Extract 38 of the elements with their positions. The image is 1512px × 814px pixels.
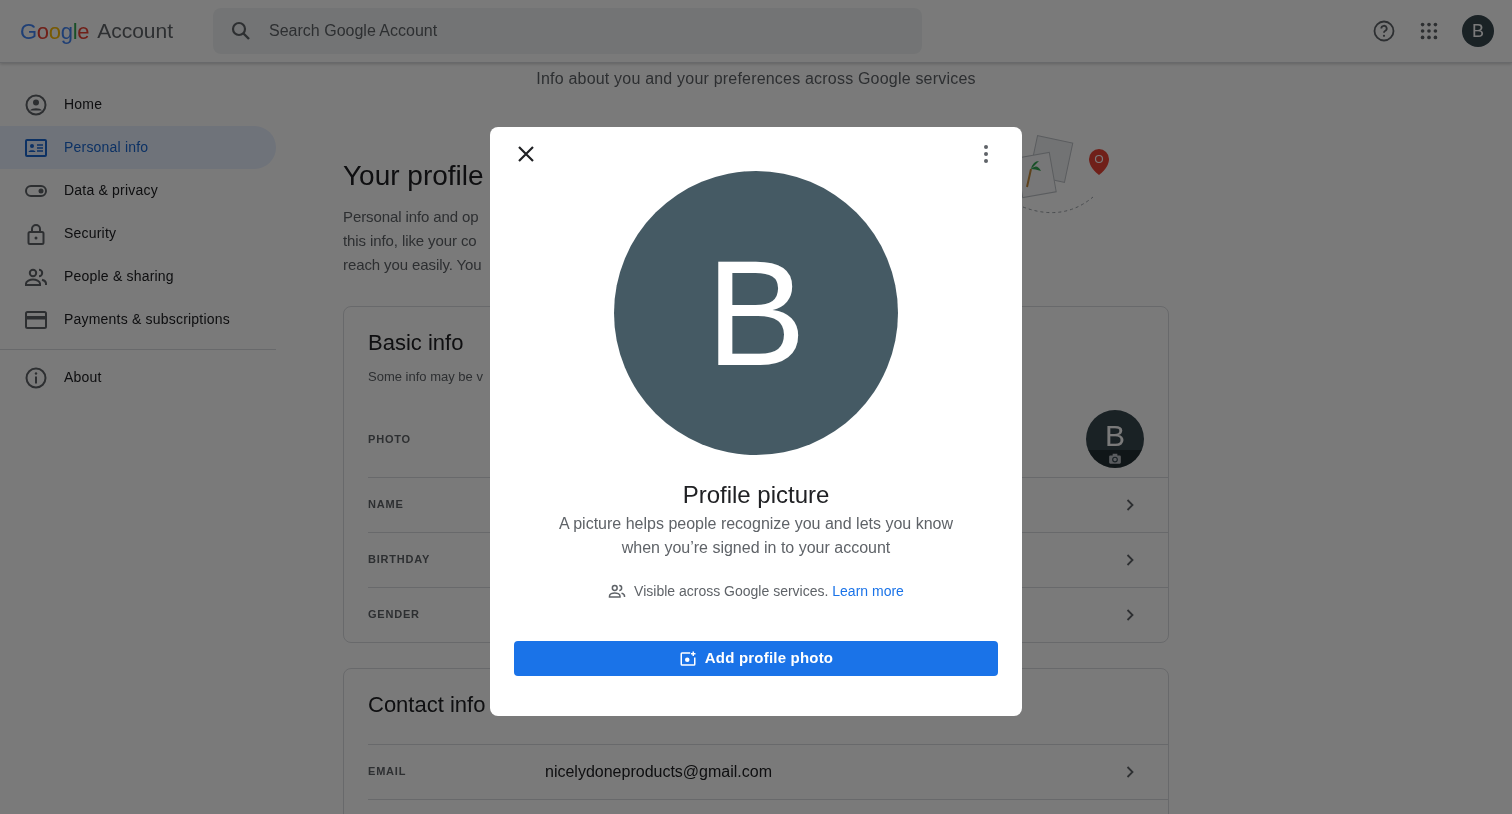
card-title: Basic info <box>367 329 465 357</box>
add-photo-icon <box>678 649 697 668</box>
profile-icon <box>24 92 48 117</box>
sidebar-item[interactable]: Payments & subscriptions <box>0 298 276 341</box>
dialog-title: Profile picture <box>681 480 831 510</box>
product-name: Account <box>97 18 174 45</box>
intro-paragraph: Personal info and op this info, like your co reach you easily. You <box>343 207 483 275</box>
field-label: PHOTO <box>368 431 412 447</box>
sidebar-item[interactable]: Personal info <box>0 126 276 169</box>
account-avatar[interactable]: B <box>1462 15 1494 47</box>
card-title: Contact info <box>367 690 487 719</box>
info-icon <box>24 365 48 390</box>
sidebar-item[interactable]: Home <box>0 83 276 126</box>
dialog-description: A picture helps people recognize you and lets you know when you’re signed in to your account <box>558 514 954 558</box>
field-value: nicelydoneproducts@gmail.com <box>545 761 773 782</box>
logo-wordmark[interactable]: Google <box>20 14 90 48</box>
field-label: GENDER <box>368 607 421 623</box>
page-subtitle: Info about you and your preferences across Google services <box>535 69 977 89</box>
learn-more-link[interactable]: Learn more <box>832 583 904 599</box>
large-avatar: B <box>614 171 898 455</box>
search-field[interactable]: Search Google Account <box>213 8 923 54</box>
sidebar-item[interactable]: Security <box>0 212 276 255</box>
field-label: EMAIL <box>368 764 408 780</box>
field-label: NAME <box>368 497 405 513</box>
help-icon[interactable] <box>1372 19 1396 43</box>
sidebar-item[interactable]: About <box>0 356 276 399</box>
apps-grid-icon[interactable] <box>1418 20 1440 42</box>
field-label: BIRTHDAY <box>368 552 432 568</box>
profile-avatar[interactable]: B <box>1086 410 1144 468</box>
add-photo-button[interactable]: Add profile photo <box>514 641 998 676</box>
visibility-note: Visible across Google services. Learn more <box>634 582 904 601</box>
lock-icon <box>24 221 48 246</box>
card-subtitle: Some info may be v <box>367 368 484 386</box>
sidebar-item[interactable]: People & sharing <box>0 255 276 298</box>
camera-icon <box>1108 452 1122 466</box>
sidebar-item[interactable]: Data & privacy <box>0 169 276 212</box>
people-icon <box>608 582 627 600</box>
section-title: Your profile <box>343 159 484 193</box>
